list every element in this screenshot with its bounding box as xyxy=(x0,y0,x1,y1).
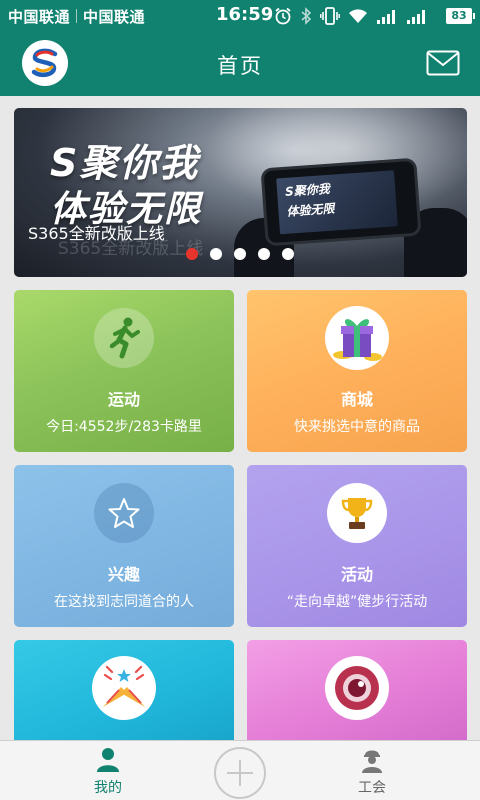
banner-caption: S365全新改版上线 xyxy=(28,224,165,243)
carousel-dot-active[interactable] xyxy=(186,248,198,260)
carousel-indicator xyxy=(186,248,294,260)
add-button[interactable] xyxy=(214,747,266,799)
status-bar: 中国联通 中国联通 16:59 83 xyxy=(0,0,480,32)
tile-title: 商城 xyxy=(340,390,373,409)
tile-celebration[interactable] xyxy=(14,640,234,740)
tile-title: 活动 xyxy=(340,565,373,584)
trophy-icon xyxy=(327,483,387,543)
alarm-icon xyxy=(275,7,291,25)
worker-icon xyxy=(362,750,382,773)
tile-subtitle: 今日:4552步/283卡路里 xyxy=(46,419,202,435)
tile-watch[interactable] xyxy=(247,640,467,740)
person-icon xyxy=(97,748,119,772)
tile-subtitle: “走向卓越”健步行活动 xyxy=(286,594,428,610)
nav-item-union[interactable]: 工会 xyxy=(312,741,432,800)
party-horn-icon xyxy=(92,656,156,720)
tile-subtitle: 在这找到志同道合的人 xyxy=(54,594,194,610)
bottom-nav: 我的 工会 xyxy=(0,740,480,800)
tile-shop[interactable]: 商城 快来挑选中意的商品 xyxy=(247,290,467,452)
tile-activity[interactable]: 活动 “走向卓越”健步行活动 xyxy=(247,465,467,627)
nav-item-me[interactable]: 我的 xyxy=(48,741,168,800)
nav-label: 我的 xyxy=(94,780,122,796)
vibrate-icon xyxy=(320,7,340,25)
clock: 16:59 xyxy=(216,4,274,25)
page-title: 首页 xyxy=(217,54,263,78)
carousel-dot[interactable] xyxy=(234,248,246,260)
bluetooth-icon xyxy=(301,7,312,25)
wifi-icon xyxy=(349,9,367,23)
phone-image: S聚你我 体验无限 xyxy=(263,160,419,244)
eye-icon xyxy=(325,656,389,720)
tile-interest[interactable]: 兴趣 在这找到志同道合的人 xyxy=(14,465,234,627)
carousel-dot[interactable] xyxy=(210,248,222,260)
carousel-dot[interactable] xyxy=(282,248,294,260)
tile-subtitle: 快来挑选中意的商品 xyxy=(294,419,420,435)
signal-icon xyxy=(407,10,425,24)
app-header: 首页 xyxy=(0,32,480,96)
mail-icon[interactable] xyxy=(426,50,460,76)
banner-headline-1: S聚你我 xyxy=(50,141,200,185)
gift-box-icon xyxy=(325,306,389,370)
carrier-labels: 中国联通 中国联通 xyxy=(8,6,145,27)
tile-sport[interactable]: 运动 今日:4552步/283卡路里 xyxy=(14,290,234,452)
carrier-1: 中国联通 xyxy=(8,8,71,26)
runner-icon xyxy=(94,308,154,368)
carousel-dot[interactable] xyxy=(258,248,270,260)
tile-title: 运动 xyxy=(107,390,140,409)
carrier-2: 中国联通 xyxy=(83,8,146,26)
status-icons xyxy=(274,6,428,26)
tile-title: 兴趣 xyxy=(107,565,140,584)
nav-label: 工会 xyxy=(358,780,386,796)
signal-icon xyxy=(377,10,395,24)
promo-banner[interactable]: S聚你我 体验无限 S聚你我 体验无限 S365全新改版上线 S365全新改版上… xyxy=(14,108,467,277)
battery-icon: 83 xyxy=(446,8,475,24)
star-icon xyxy=(94,483,154,543)
